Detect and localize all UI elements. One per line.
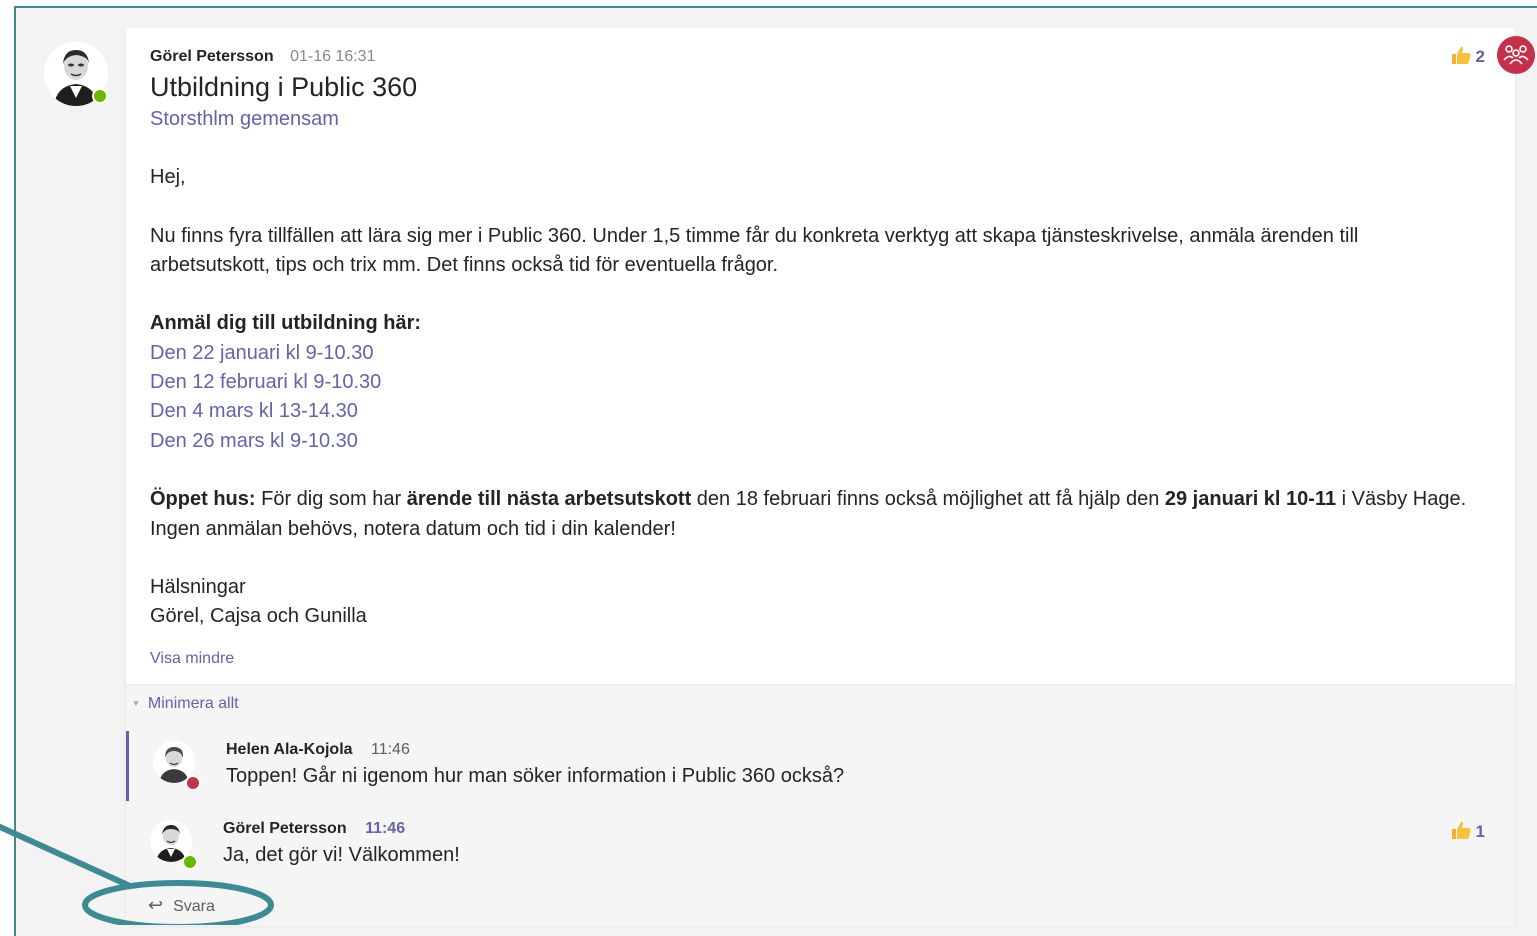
signup-link-4[interactable]: Den 26 mars kl 9-10.30 [150,427,1470,456]
reply-time: 11:46 [365,820,406,837]
presence-busy-icon [185,775,201,791]
post-title: Utbildning i Public 360 [150,72,418,102]
reply-like-count: 1 [1475,822,1485,841]
post-like-reaction[interactable]: 2 [1450,45,1485,69]
reply-text: Toppen! Går ni igenom hur man söker info… [226,765,845,787]
reply-button[interactable]: ↩ Svara [148,895,215,916]
post-closing: Hälsningar [150,576,246,599]
signup-link-2[interactable]: Den 12 februari kl 9-10.30 [150,368,1470,397]
post-channel-link[interactable]: Storsthlm gemensam [150,108,339,131]
reply-time: 11:46 [371,741,410,758]
reply-author[interactable]: Helen Ala-Kojola [226,741,353,758]
open-house-paragraph: Öppet hus: För dig som har ärende till n… [150,485,1470,544]
group-members-icon[interactable] [1497,36,1535,74]
post-author[interactable]: Görel Petersson [150,48,274,65]
reply-arrow-icon: ↩ [148,895,164,915]
reply-button-label: Svara [173,898,215,915]
reply-author[interactable]: Görel Petersson [223,820,347,837]
post-meta: Görel Petersson 01-16 16:31 [150,48,375,66]
collapse-all-button[interactable]: ▼ Minimera allt [132,695,239,713]
post-greeting: Hej, [150,166,186,188]
thumbs-up-icon [1450,820,1472,844]
reply-item[interactable]: Helen Ala-Kojola 11:46 Toppen! Går ni ig… [126,731,1518,801]
open-house-bold-2: 29 januari kl 10-11 [1164,488,1337,511]
open-house-text-1: För dig som har [255,488,407,511]
signup-link-1[interactable]: Den 22 januari kl 9-10.30 [150,339,1470,368]
open-house-bold-1: ärende till nästa arbetsutskott [406,488,692,511]
thumbs-up-icon [1450,45,1472,69]
reply-item[interactable]: Görel Petersson 11:46 Ja, det gör vi! Vä… [126,810,1515,880]
reply-meta: Helen Ala-Kojola 11:46 [226,741,410,759]
signup-link-3[interactable]: Den 4 mars kl 13-14.30 [150,397,1470,426]
reply-like-reaction[interactable]: 1 [1450,820,1485,844]
reply-meta: Görel Petersson 11:46 [223,820,405,838]
open-house-label: Öppet hus: [150,488,256,511]
reply-text: Ja, det gör vi! Välkommen! [223,844,460,866]
triangle-down-icon: ▼ [132,699,140,709]
post-like-count: 2 [1475,47,1485,66]
collapse-all-label: Minimera allt [147,695,239,712]
post-body: Hej, Nu finns fyra tillfällen att lära s… [150,163,1470,632]
signup-heading: Anmäl dig till utbildning här: [150,312,422,335]
presence-available-icon [92,88,108,104]
presence-available-icon [182,854,198,870]
post-signature: Görel, Cajsa och Gunilla [150,605,367,628]
post-timestamp: 01-16 16:31 [290,48,376,65]
replies-section: ▼ Minimera allt Helen Ala-Kojola 11:46 To… [126,684,1515,926]
open-house-text-2: den 18 februari finns också möjlighet at… [691,488,1165,511]
show-less-link[interactable]: Visa mindre [150,650,234,668]
post-intro: Nu finns fyra tillfällen att lära sig me… [150,224,1359,276]
